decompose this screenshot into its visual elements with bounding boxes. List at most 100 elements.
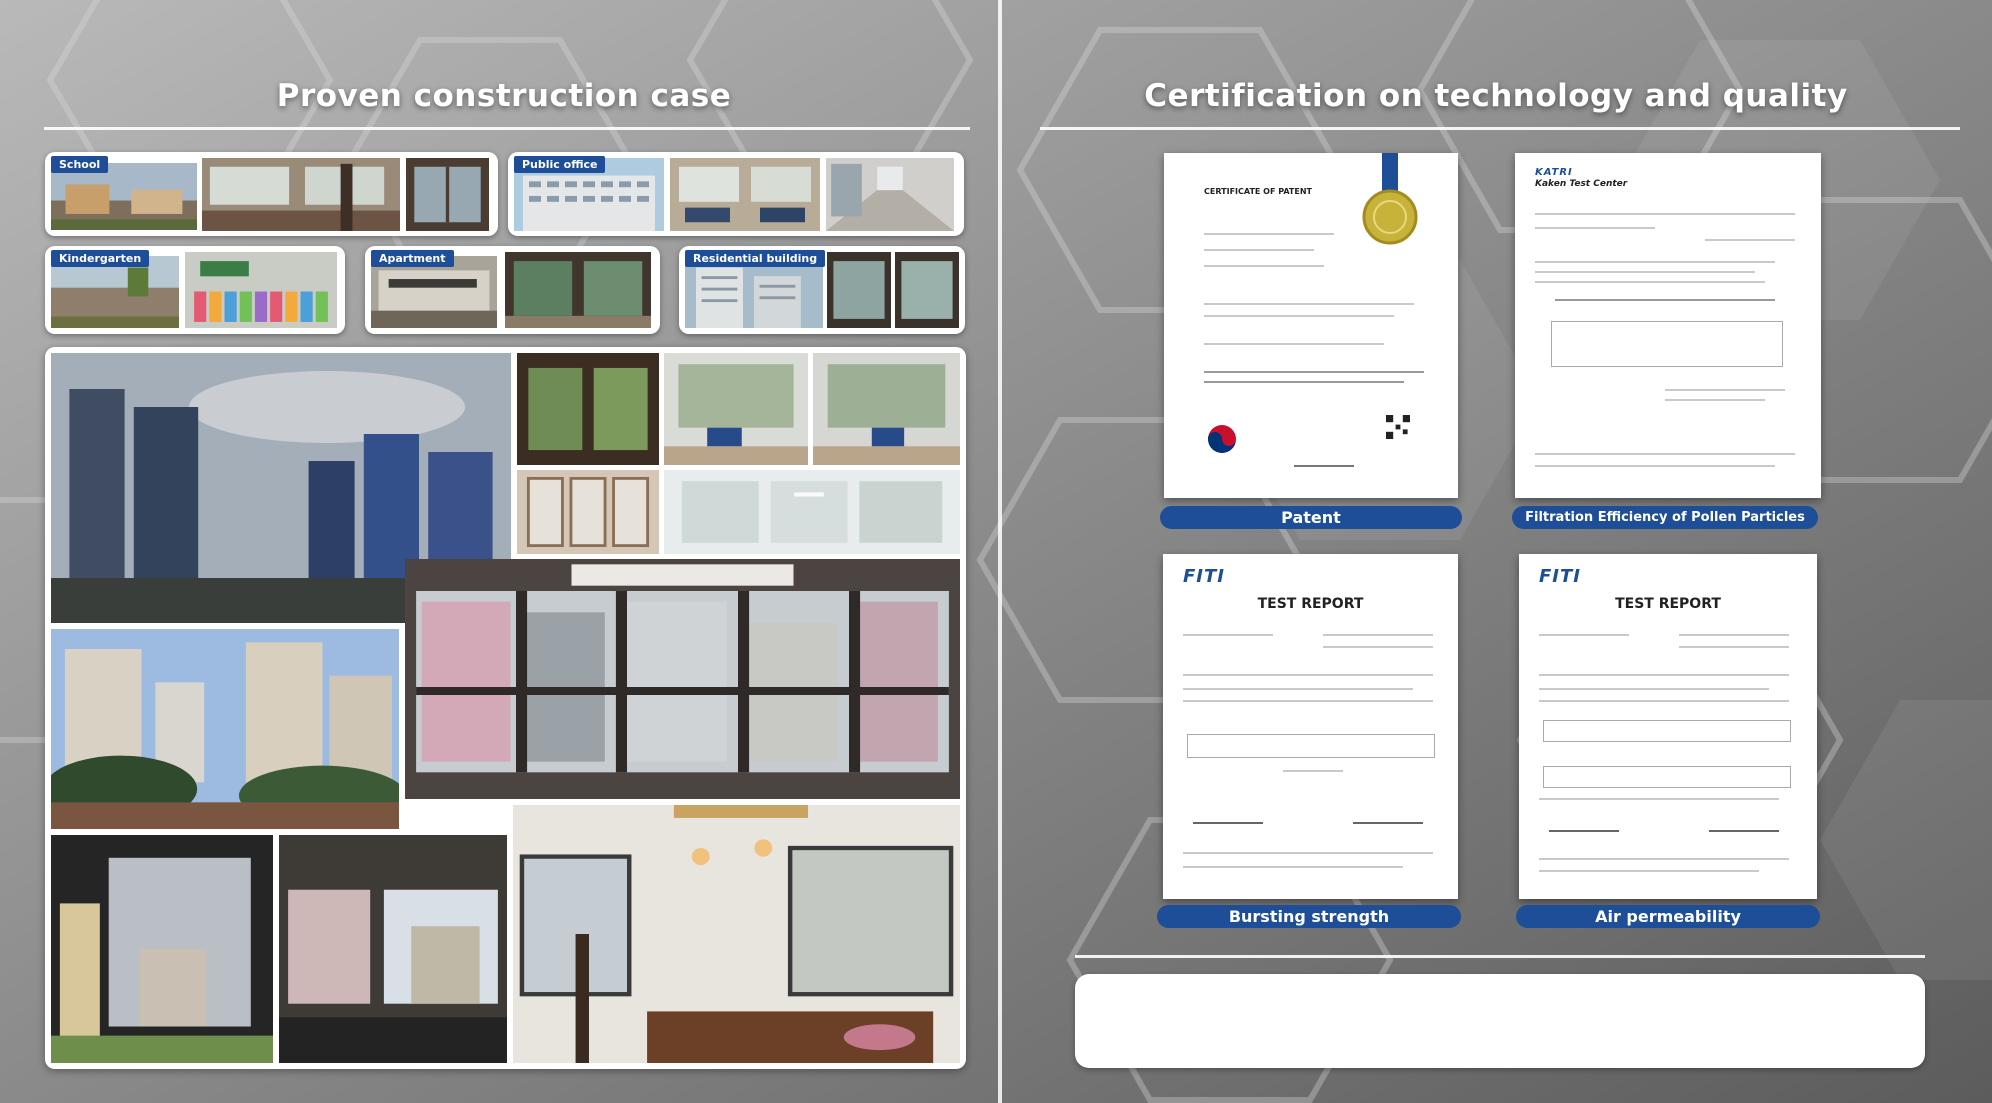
air-text-line (1539, 858, 1789, 860)
collage-photo-window-view-a (517, 353, 659, 465)
patent-text-line (1204, 303, 1414, 305)
collage-photo-window-city-b (279, 835, 507, 1063)
air-text-line (1539, 870, 1759, 872)
bursting-text-line (1183, 634, 1273, 636)
pollen-text-line (1665, 399, 1765, 401)
air-permeability-label: Air permeability (1516, 905, 1820, 928)
bursting-text-line (1183, 674, 1433, 676)
public-office-tag: Public office (514, 156, 606, 173)
air-brand: FITI (1539, 566, 1581, 587)
certification-panel: Certification on technology and quality … (1000, 0, 1992, 1103)
certification-bottom-rule (1075, 955, 1925, 958)
air-text-line (1539, 674, 1789, 676)
pollen-text-line (1705, 239, 1795, 241)
bursting-text-line (1283, 770, 1343, 772)
air-result-table (1543, 766, 1791, 788)
bursting-text-line (1183, 852, 1433, 854)
collage-photo-panoramic-window (405, 559, 960, 799)
pollen-text-line (1535, 271, 1755, 273)
bursting-signature-line (1193, 822, 1263, 824)
school-photo-window (406, 158, 489, 231)
residential-tag: Residential building (685, 250, 826, 267)
pollen-text-line (1535, 465, 1775, 467)
pollen-filtration-certificate: KATRI Kaken Test Center (1515, 153, 1821, 498)
pollen-filtration-label: Filtration Efficiency of Pollen Particle… (1512, 506, 1818, 529)
air-text-line (1679, 634, 1789, 636)
air-signature-line (1709, 830, 1779, 832)
air-text-line (1539, 700, 1789, 702)
air-doc-title: TEST REPORT (1615, 596, 1721, 612)
collage-photo-highrise-street (51, 629, 399, 829)
air-permeability-report: FITI TEST REPORT (1519, 554, 1817, 899)
blank-info-box (1075, 974, 1925, 1068)
qr-code-icon (1386, 415, 1410, 439)
public-office-photo-lounge (670, 158, 820, 231)
kindergarten-tag: Kindergarten (51, 250, 150, 267)
patent-doc-title: CERTIFICATE OF PATENT (1204, 187, 1312, 196)
school-photo-corridor (202, 158, 400, 231)
bursting-strength-label: Bursting strength (1157, 905, 1461, 928)
patent-text-line (1204, 265, 1324, 267)
collage-photo-window-interior-a (517, 470, 659, 554)
patent-certificate: CERTIFICATE OF PATENT (1164, 153, 1458, 498)
public-office-photo-hallway (826, 158, 954, 231)
residential-photo-group: Residential building (679, 246, 965, 334)
construction-title-rule (44, 127, 970, 130)
pollen-text-line (1535, 281, 1765, 283)
bursting-result-table (1187, 734, 1435, 758)
air-text-line (1539, 798, 1779, 800)
kindergarten-photo-group: Kindergarten (45, 246, 345, 334)
pollen-text-line (1535, 227, 1655, 229)
patent-seal-icon (1362, 153, 1418, 245)
collage-photo-window-view-c (813, 353, 960, 465)
pollen-doc-title: Kaken Test Center (1535, 179, 1628, 189)
bursting-text-line (1323, 646, 1433, 648)
school-photo-exterior (51, 163, 197, 230)
construction-photo-collage (45, 347, 966, 1069)
pollen-text-line (1535, 453, 1795, 455)
air-text-line (1539, 634, 1629, 636)
residential-photo-window-b (895, 252, 959, 328)
bursting-text-line (1183, 700, 1433, 702)
apartment-photo-window (505, 252, 651, 328)
patent-signature-line (1294, 465, 1354, 467)
public-office-photo-group: Public office (508, 152, 964, 236)
pollen-text-line (1535, 213, 1795, 215)
construction-case-title: Proven construction case (276, 78, 732, 114)
collage-photo-dining-room (513, 805, 960, 1063)
patent-text-line (1204, 371, 1424, 373)
residential-photo-window-a (827, 252, 891, 328)
air-text-line (1539, 688, 1769, 690)
kindergarten-photo-interior (185, 252, 337, 328)
bursting-brand: FITI (1183, 566, 1225, 587)
bursting-strength-report: FITI TEST REPORT (1163, 554, 1458, 899)
patent-text-line (1204, 381, 1404, 383)
air-signature-line (1549, 830, 1619, 832)
school-tag: School (51, 156, 109, 173)
bursting-text-line (1183, 866, 1403, 868)
pollen-text-line (1665, 389, 1785, 391)
bursting-text-line (1323, 634, 1433, 636)
patent-text-line (1204, 233, 1334, 235)
air-result-table (1543, 720, 1791, 742)
patent-text-line (1204, 249, 1314, 251)
pollen-text-line (1555, 299, 1775, 301)
certification-title-rule (1040, 127, 1960, 130)
certification-title: Certification on technology and quality (1144, 78, 1848, 114)
patent-label: Patent (1160, 506, 1462, 529)
bursting-signature-line (1353, 822, 1423, 824)
apartment-photo-group: Apartment (365, 246, 660, 334)
pollen-result-table (1551, 321, 1783, 367)
collage-photo-window-city-a (51, 835, 273, 1063)
construction-case-panel: Proven construction case School Public o… (10, 0, 998, 1103)
bursting-text-line (1183, 688, 1413, 690)
collage-photo-window-interior-b (664, 470, 960, 554)
collage-photo-window-view-b (664, 353, 808, 465)
patent-text-line (1204, 315, 1394, 317)
patent-text-line (1204, 343, 1384, 345)
pollen-brand: KATRI (1535, 167, 1573, 178)
bursting-doc-title: TEST REPORT (1257, 596, 1364, 612)
apartment-tag: Apartment (371, 250, 454, 267)
air-text-line (1679, 646, 1789, 648)
korean-emblem-icon (1208, 425, 1236, 453)
